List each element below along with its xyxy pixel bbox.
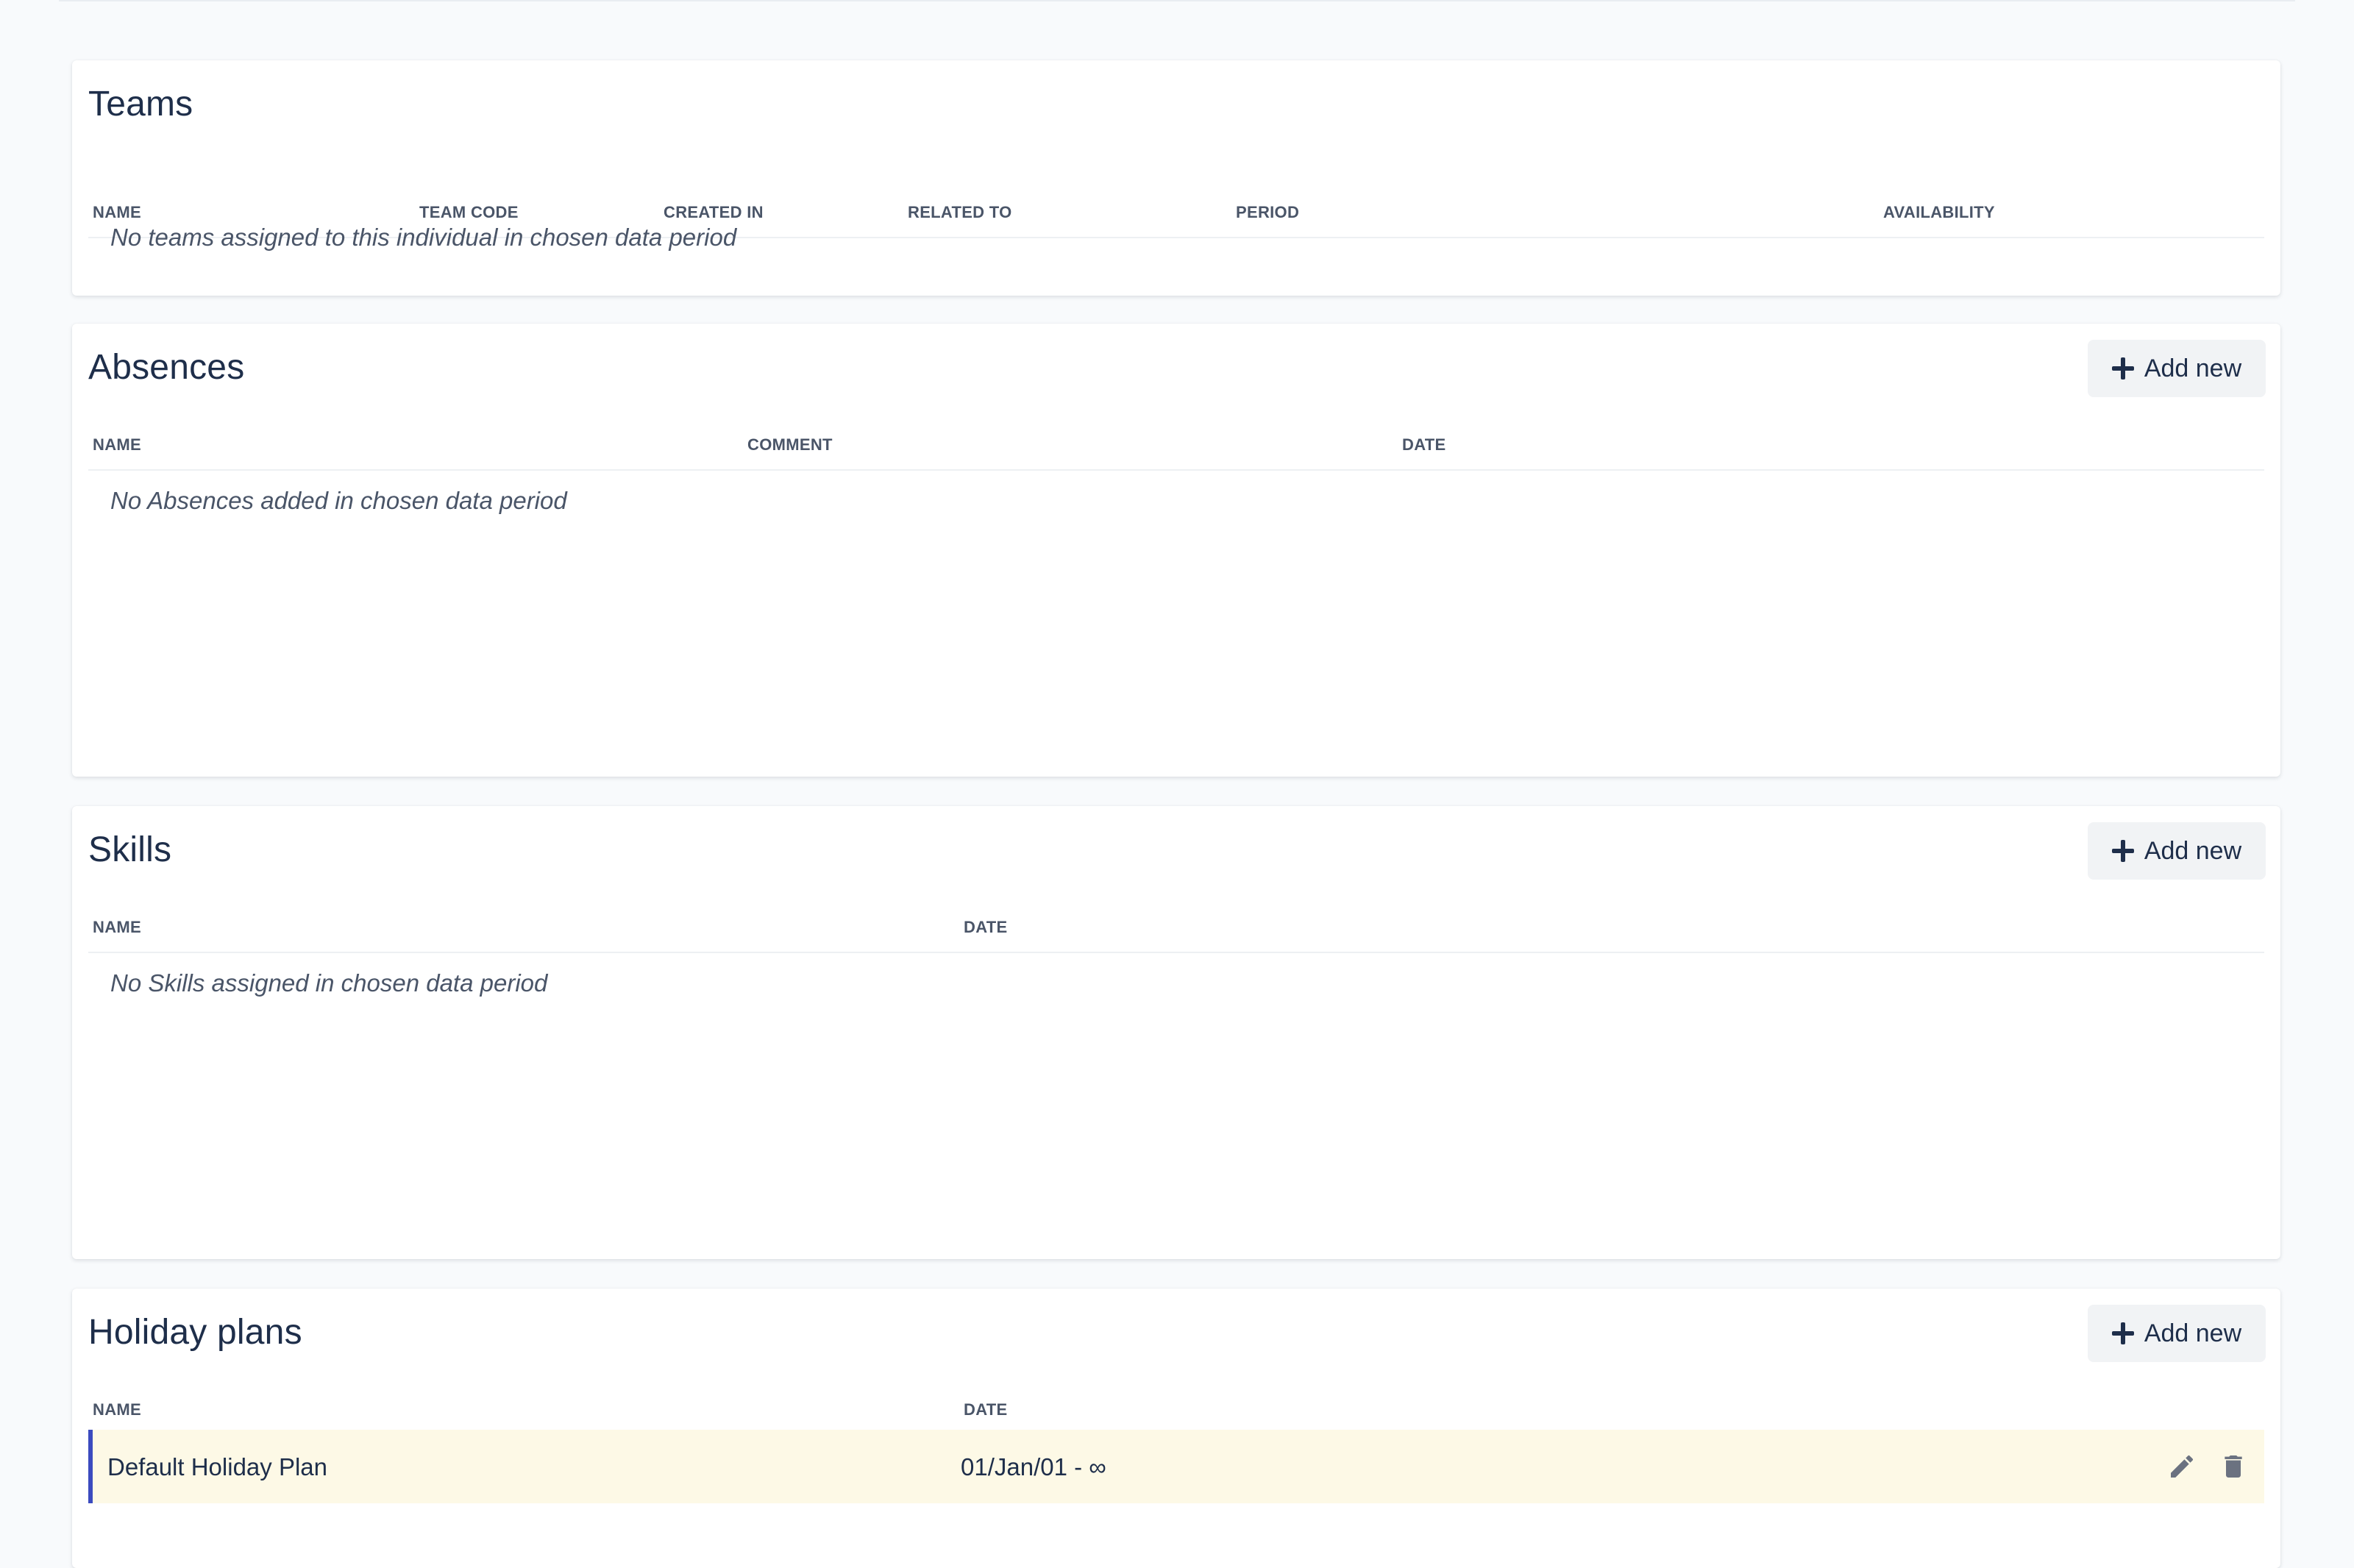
skills-col-date: DATE: [964, 918, 1008, 936]
absences-col-date: DATE: [1402, 435, 1446, 454]
teams-card: Teams NAME TEAM CODE CREATED IN RELATED …: [72, 60, 2280, 296]
plus-icon: [2111, 357, 2134, 379]
absences-add-new-label: Add new: [2144, 354, 2242, 382]
skills-card: Skills Add new NAME DATE No Skills assig…: [72, 806, 2280, 1259]
holiday-plans-add-new-button[interactable]: Add new: [2088, 1305, 2266, 1362]
skills-table-header: NAME DATE: [88, 908, 2264, 953]
teams-col-availability: AVAILABILITY: [1883, 203, 1995, 221]
holiday-plans-add-new-label: Add new: [2144, 1319, 2242, 1347]
delete-trash-icon[interactable]: [2219, 1452, 2248, 1481]
table-row[interactable]: Default Holiday Plan 01/Jan/01 - ∞: [88, 1430, 2264, 1503]
plus-icon: [2111, 1322, 2134, 1344]
skills-add-new-label: Add new: [2144, 836, 2242, 865]
skills-add-new-button[interactable]: Add new: [2088, 822, 2266, 880]
holiday-plans-col-date: DATE: [964, 1400, 1008, 1419]
teams-col-name: NAME: [93, 203, 141, 221]
top-divider: [59, 0, 2295, 1]
holiday-plans-table-header: NAME DATE: [88, 1390, 2264, 1436]
absences-col-name: NAME: [93, 435, 141, 454]
holiday-plans-col-name: NAME: [93, 1400, 141, 1419]
teams-title: Teams: [88, 85, 193, 124]
absences-card: Absences Add new NAME COMMENT DATE No Ab…: [72, 324, 2280, 777]
skills-empty-message: No Skills assigned in chosen data period: [110, 969, 548, 997]
absences-title: Absences: [88, 348, 245, 387]
holiday-plan-name: Default Holiday Plan: [107, 1453, 327, 1480]
teams-col-team-code: TEAM CODE: [419, 203, 519, 221]
skills-title: Skills: [88, 830, 172, 869]
holiday-plan-date: 01/Jan/01 - ∞: [961, 1453, 1106, 1480]
absences-col-comment: COMMENT: [747, 435, 833, 454]
teams-col-period: PERIOD: [1236, 203, 1300, 221]
absences-add-new-button[interactable]: Add new: [2088, 340, 2266, 397]
edit-pencil-icon[interactable]: [2167, 1452, 2197, 1481]
plus-icon: [2111, 840, 2134, 862]
absences-empty-message: No Absences added in chosen data period: [110, 487, 567, 514]
holiday-plans-title: Holiday plans: [88, 1313, 302, 1352]
skills-col-name: NAME: [93, 918, 141, 936]
teams-empty-message: No teams assigned to this individual in …: [110, 224, 737, 251]
teams-col-related-to: RELATED TO: [908, 203, 1012, 221]
holiday-plans-card: Holiday plans Add new NAME DATE Default …: [72, 1289, 2280, 1568]
teams-col-created-in: CREATED IN: [664, 203, 764, 221]
absences-table-header: NAME COMMENT DATE: [88, 425, 2264, 471]
